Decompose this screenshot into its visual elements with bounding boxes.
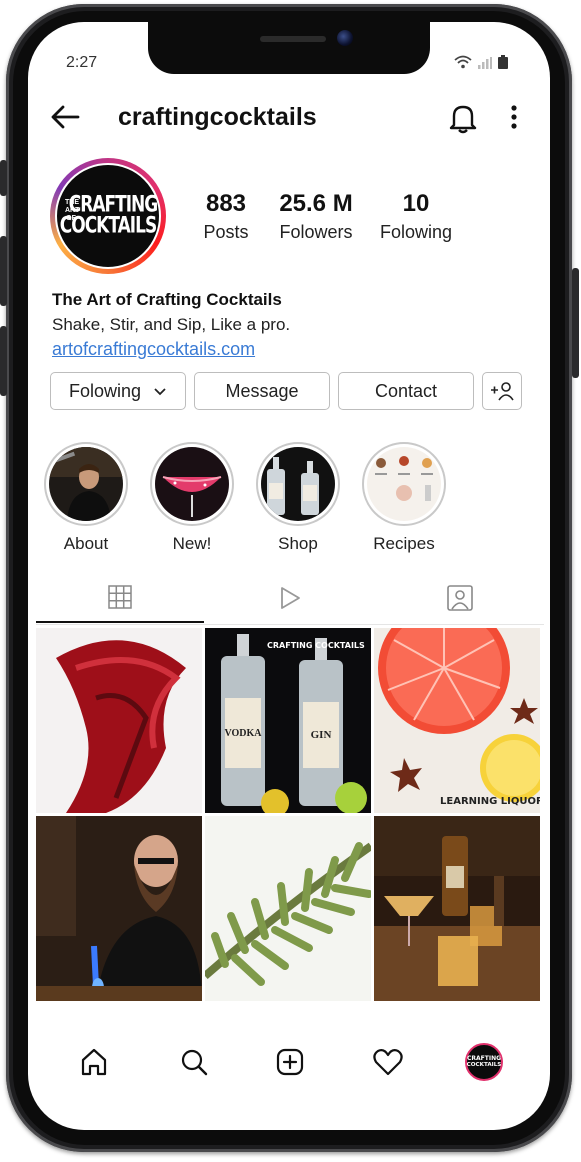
nav-activity[interactable]: [368, 1042, 408, 1082]
notch: [148, 22, 430, 74]
battery-icon: [498, 55, 508, 69]
mute-switch: [0, 160, 7, 196]
avatar-logo-line2: COCKTAILS: [59, 212, 157, 239]
message-button-label: Message: [225, 380, 299, 401]
notification-bell-icon[interactable]: [448, 102, 478, 134]
power-button: [572, 268, 579, 378]
tab-tagged[interactable]: [376, 572, 544, 624]
message-button[interactable]: Message: [194, 372, 330, 410]
highlight-new-label: New!: [172, 534, 212, 553]
signal-icon: [478, 57, 492, 69]
status-icons: [454, 55, 508, 69]
stat-following-value: 10: [402, 190, 430, 217]
highlight-shop-label: Shop: [278, 534, 318, 553]
tab-reels[interactable]: [206, 572, 374, 624]
post-vodka-label: VODKA: [224, 728, 262, 739]
add-person-icon: [491, 382, 514, 401]
stat-followers-value: 25.6 M: [279, 190, 353, 217]
stat-followers[interactable]: 25.6 M Folowers: [268, 190, 364, 243]
stat-following-label: Folowing: [379, 222, 453, 242]
post-tile[interactable]: [374, 816, 540, 1001]
contact-button-label: Contact: [374, 380, 438, 401]
highlight-shop-image: [261, 447, 335, 521]
profile-avatar-ring[interactable]: THE ART OF CRAFTING COCKTAILS: [50, 158, 166, 274]
profile-bio: Shake, Stir, and Sip, Like a pro.: [52, 315, 291, 334]
highlight-recipes-image: [367, 447, 441, 521]
post-tile[interactable]: VODKA GIN CRAFTING COCKTAILS: [205, 628, 371, 813]
highlight-about-image: [49, 447, 123, 521]
highlight-about-ring: [44, 442, 128, 526]
reels-play-icon: [281, 587, 300, 609]
status-time: 2:27: [66, 54, 98, 71]
profile-tabs: [36, 572, 544, 625]
heart-icon: [373, 1049, 403, 1076]
highlight-new-ring: [150, 442, 234, 526]
tab-posts-grid[interactable]: [36, 572, 204, 623]
profile-display-name: The Art of Crafting Cocktails: [52, 290, 282, 309]
nav-profile-avatar: CRAFTING COCKTAILS: [465, 1043, 503, 1081]
stat-following[interactable]: 10 Folowing: [372, 190, 460, 243]
highlight-about[interactable]: About: [44, 442, 128, 554]
back-arrow-icon[interactable]: [48, 100, 82, 134]
profile-avatar: THE ART OF CRAFTING COCKTAILS: [55, 163, 161, 269]
stat-posts-label: Posts: [203, 222, 249, 242]
highlight-about-label: About: [63, 534, 109, 553]
create-post-icon: [276, 1048, 304, 1076]
highlight-shop[interactable]: Shop: [256, 442, 340, 554]
chevron-down-icon: [154, 388, 166, 396]
highlight-recipes[interactable]: Recipes: [362, 442, 446, 554]
highlight-new-image: [155, 447, 229, 521]
stat-followers-label: Folowers: [279, 222, 353, 242]
nav-avatar-line1: CRAFTING: [466, 1055, 502, 1062]
stat-posts-value: 883: [205, 190, 247, 217]
front-camera: [337, 30, 353, 46]
post-tile[interactable]: LEARNING LIQUOR: [374, 628, 540, 813]
highlight-new[interactable]: New!: [150, 442, 234, 554]
speaker: [260, 36, 326, 42]
post-overlay-logo: CRAFTING COCKTAILS: [267, 641, 365, 650]
highlight-shop-ring: [256, 442, 340, 526]
highlight-recipes-label: Recipes: [373, 534, 435, 553]
bottom-navigation: CRAFTING COCKTAILS: [28, 1032, 550, 1092]
more-options-icon[interactable]: [510, 104, 518, 130]
post-overlay-learning: LEARNING LIQUOR: [440, 796, 540, 807]
contact-button[interactable]: Contact: [338, 372, 474, 410]
post-tile[interactable]: [205, 816, 371, 1001]
phone-screen: 2:27 craftingcocktails THE ART OF CRAFTI…: [28, 22, 550, 1130]
stat-posts[interactable]: 883 Posts: [188, 190, 264, 243]
nav-profile[interactable]: CRAFTING COCKTAILS: [464, 1042, 504, 1082]
volume-up-button: [0, 236, 7, 306]
profile-header: craftingcocktails: [28, 100, 550, 140]
nav-create[interactable]: [270, 1042, 310, 1082]
post-tile[interactable]: [36, 628, 202, 813]
highlight-recipes-ring: [362, 442, 446, 526]
home-icon: [81, 1048, 107, 1076]
search-icon: [181, 1049, 208, 1076]
suggest-people-button[interactable]: [482, 372, 522, 410]
profile-website-link[interactable]: artofcraftingcocktails.com: [52, 339, 255, 360]
post-gin-label: GIN: [311, 729, 332, 741]
grid-icon: [108, 584, 132, 609]
following-button[interactable]: Folowing: [50, 372, 186, 410]
volume-down-button: [0, 326, 7, 396]
nav-home[interactable]: [74, 1042, 114, 1082]
nav-search[interactable]: [174, 1042, 214, 1082]
nav-avatar-line2: COCKTAILS: [466, 1062, 502, 1068]
tagged-person-icon: [447, 585, 473, 611]
profile-username: craftingcocktails: [118, 103, 317, 131]
following-button-label: Folowing: [68, 380, 142, 401]
post-tile[interactable]: [36, 816, 202, 1001]
wifi-icon: [454, 55, 472, 69]
